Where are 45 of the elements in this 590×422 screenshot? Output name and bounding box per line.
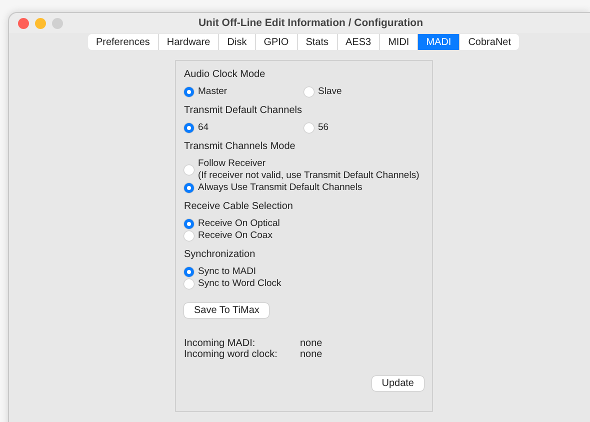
status-value: none: [300, 338, 322, 349]
tab[interactable]: CobraNet: [460, 34, 520, 50]
status-label: Incoming MADI:: [184, 338, 256, 349]
tab[interactable]: MIDI: [380, 34, 418, 50]
group-title: Audio Clock Mode: [184, 69, 266, 80]
radio-button[interactable]: [184, 123, 194, 133]
tab[interactable]: AES3: [338, 34, 380, 50]
tab[interactable]: MADI: [418, 34, 460, 50]
radio-label: Master: [198, 86, 228, 98]
radio-label: 64: [198, 122, 209, 134]
status-label: Incoming word clock:: [184, 349, 278, 360]
status-value: none: [300, 349, 322, 360]
radio-button[interactable]: [184, 165, 194, 175]
radio-label: 56: [318, 122, 329, 134]
radio-button[interactable]: [184, 87, 194, 97]
group-title: Transmit Channels Mode: [184, 141, 296, 152]
radio-label: Receive On Coax: [198, 230, 272, 242]
tab[interactable]: GPIO: [256, 34, 298, 50]
tab[interactable]: Disk: [219, 34, 256, 50]
radio-button[interactable]: [184, 231, 194, 241]
save-button[interactable]: Save To TiMax: [184, 303, 270, 318]
tab[interactable]: Hardware: [158, 34, 220, 50]
tab[interactable]: Preferences: [88, 34, 159, 50]
radio-label: Always Use Transmit Default Channels: [198, 182, 362, 194]
radio-note: (If receiver not valid, use Transmit Default Channels): [198, 170, 420, 182]
group-title: Synchronization: [184, 249, 256, 260]
radio-label: Receive On Optical: [198, 218, 280, 230]
radio-button[interactable]: [184, 267, 194, 277]
tab[interactable]: Stats: [298, 34, 338, 50]
window-title: Unit Off-Line Edit Information / Configuration: [198, 17, 423, 29]
group-title: Transmit Default Channels: [184, 105, 304, 116]
update-button[interactable]: Update: [372, 376, 424, 391]
group-title: Receive Cable Selection: [184, 201, 294, 212]
close-button[interactable]: [18, 18, 29, 28]
radio-label: Follow Receiver: [198, 158, 267, 170]
radio-button[interactable]: [304, 87, 314, 97]
radio-button[interactable]: [184, 183, 194, 193]
radio-label: Sync to Word Clock: [198, 278, 282, 290]
radio-label: Sync to MADI: [198, 266, 256, 278]
zoom-button[interactable]: [52, 18, 63, 28]
radio-label: Slave: [318, 86, 342, 98]
radio-button[interactable]: [304, 123, 314, 133]
radio-button[interactable]: [184, 279, 194, 289]
radio-button[interactable]: [184, 219, 194, 229]
minimize-button[interactable]: [35, 18, 46, 28]
